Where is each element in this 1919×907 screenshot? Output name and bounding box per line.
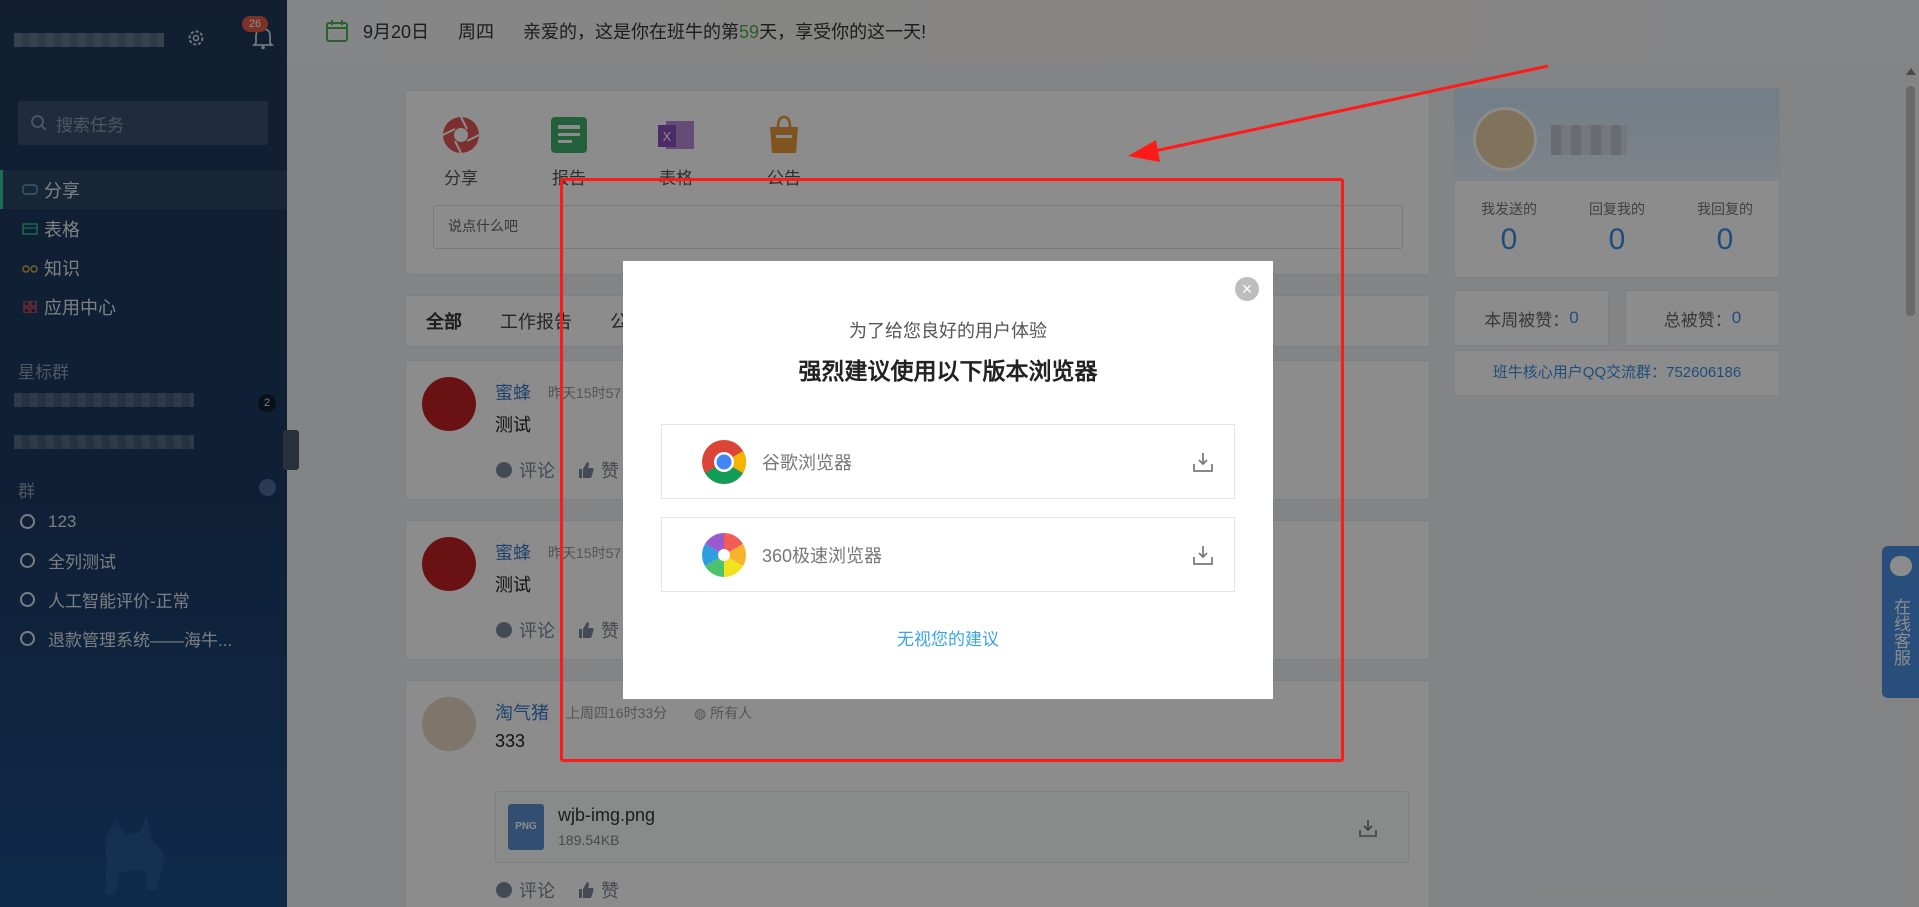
browser-option-chrome[interactable]: 谷歌浏览器 [661, 424, 1235, 499]
360-browser-logo-icon [702, 532, 746, 577]
browser-name: 谷歌浏览器 [762, 452, 852, 473]
dialog-title: 强烈建议使用以下版本浏览器 [798, 358, 1098, 384]
close-icon[interactable]: × [1235, 277, 1259, 301]
dialog-subtitle: 为了给您良好的用户体验 [849, 321, 1047, 341]
download-icon[interactable] [1192, 544, 1214, 566]
browser-recommendation-dialog: × 为了给您良好的用户体验 强烈建议使用以下版本浏览器 谷歌浏览器 360极速浏… [623, 261, 1273, 699]
browser-option-360[interactable]: 360极速浏览器 [661, 517, 1235, 592]
ignore-suggestion-link[interactable]: 无视您的建议 [623, 625, 1273, 650]
chrome-logo-icon [702, 439, 746, 484]
browser-name: 360极速浏览器 [762, 545, 883, 566]
download-icon[interactable] [1192, 451, 1214, 473]
